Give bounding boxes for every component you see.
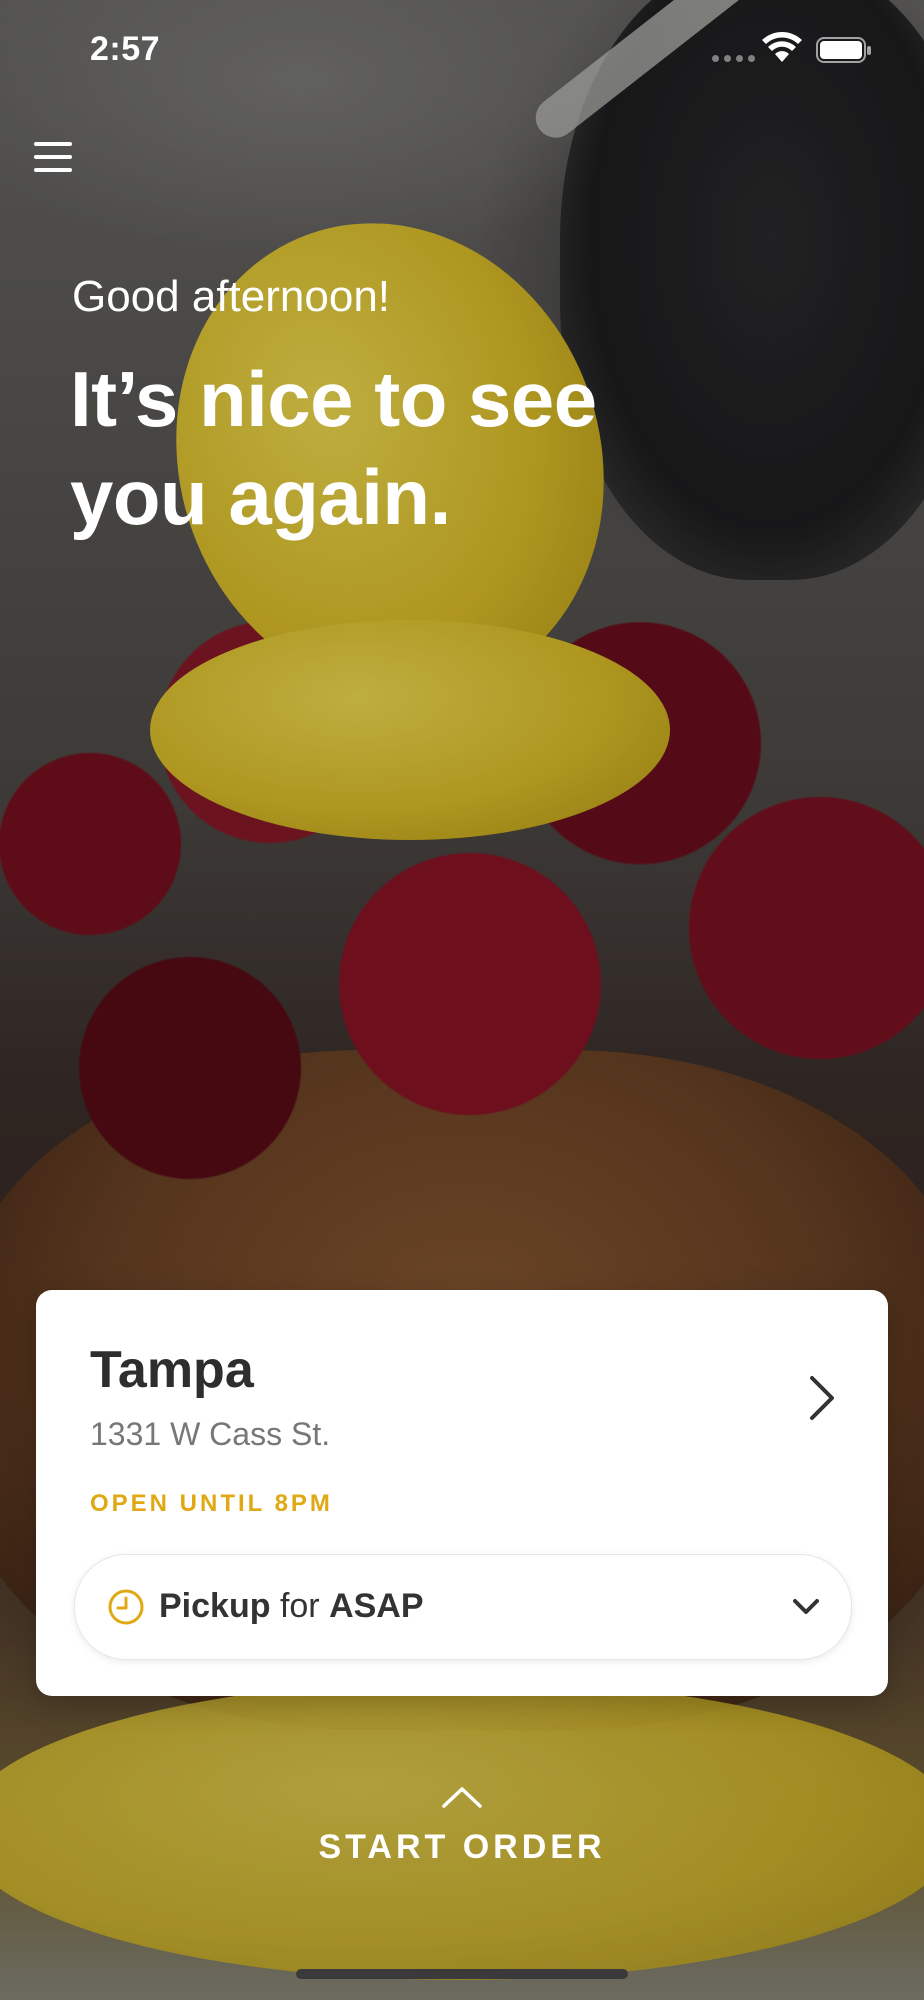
pickup-connector: for (279, 1587, 320, 1625)
wifi-icon (762, 32, 802, 62)
pickup-time: ASAP (329, 1587, 424, 1625)
pickup-label: Pickup for ASAP (159, 1587, 424, 1626)
chevron-right-icon[interactable] (802, 1370, 842, 1426)
battery-icon (816, 37, 871, 63)
welcome-headline: It’s nice to see you again. (70, 355, 597, 541)
chevron-down-icon (793, 1599, 819, 1614)
store-hours: OPEN UNTIL 8PM (90, 1490, 333, 1517)
hamburger-menu-icon[interactable] (34, 140, 74, 174)
store-address: 1331 W Cass St. (90, 1416, 331, 1452)
home-indicator (296, 1969, 628, 1979)
chevron-up-icon[interactable] (440, 1784, 484, 1810)
location-card[interactable]: Tampa 1331 W Cass St. OPEN UNTIL 8PM Pic… (36, 1290, 888, 1696)
clock-icon (108, 1589, 144, 1625)
pickup-mode: Pickup (159, 1587, 271, 1625)
pickup-time-selector[interactable]: Pickup for ASAP (74, 1554, 852, 1660)
store-name: Tampa (90, 1341, 254, 1399)
start-order-button[interactable]: START ORDER (0, 1828, 924, 1867)
cellular-signal-icon (712, 55, 755, 62)
status-bar: 2:57 (0, 0, 924, 100)
status-time: 2:57 (90, 30, 161, 68)
greeting-text: Good afternoon! (72, 272, 391, 321)
